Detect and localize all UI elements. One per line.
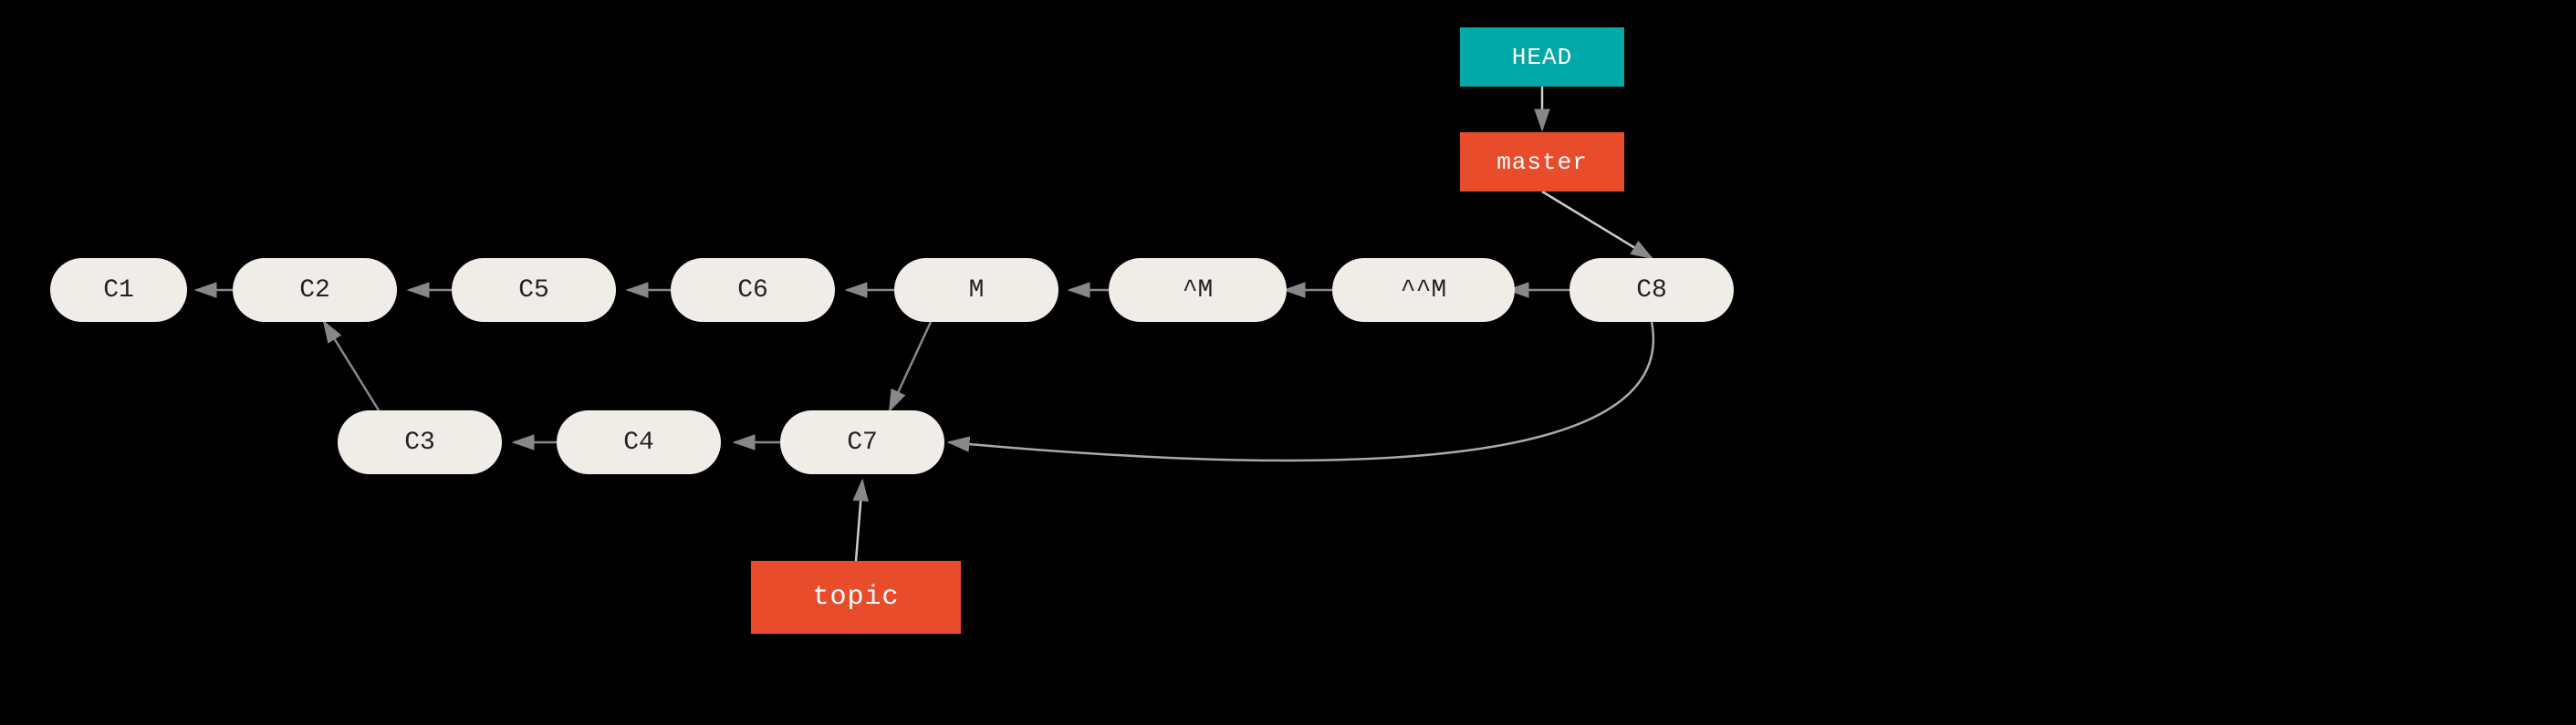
label-master: master <box>1460 132 1624 192</box>
node-hm: ^M <box>1109 258 1287 322</box>
node-hhm: ^^M <box>1332 258 1515 322</box>
node-m: M <box>894 258 1059 322</box>
node-c8: C8 <box>1570 258 1734 322</box>
node-c2: C2 <box>233 258 397 322</box>
node-c1: C1 <box>50 258 187 322</box>
arrows-svg <box>0 0 2576 725</box>
node-c6: C6 <box>671 258 835 322</box>
node-c4: C4 <box>557 410 721 474</box>
diagram-container: C1 C2 C5 C6 M ^M ^^M C8 C3 C4 C7 HEAD ma… <box>0 0 2576 725</box>
node-c5: C5 <box>452 258 616 322</box>
label-topic: topic <box>751 561 961 634</box>
node-c3: C3 <box>338 410 502 474</box>
node-c7: C7 <box>780 410 944 474</box>
label-head: HEAD <box>1460 27 1624 87</box>
